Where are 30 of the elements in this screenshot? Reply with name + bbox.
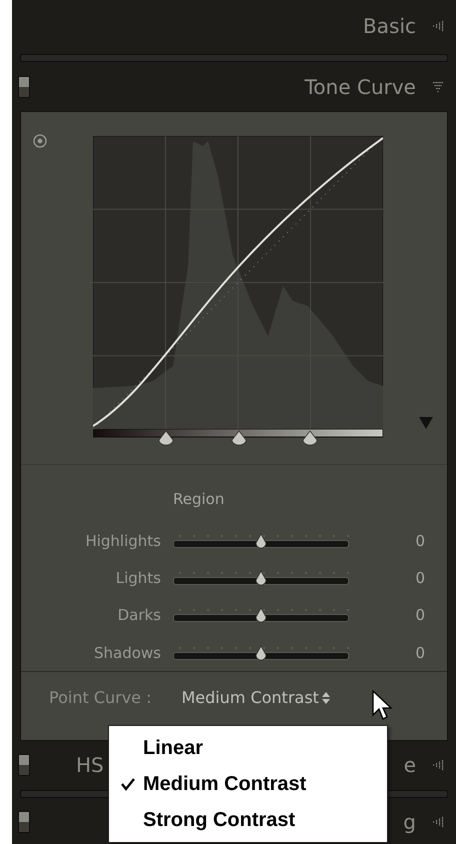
panel-title[interactable]: e [404,752,416,777]
slider-label: Highlights [84,532,161,550]
slider-value: 0 [415,606,425,624]
slider-thumb[interactable] [253,644,269,661]
slider-thumb[interactable] [253,570,269,586]
panel-toggle[interactable] [18,76,30,98]
panel-toggle[interactable] [18,754,30,776]
region-split-slider-drawing[interactable] [93,429,383,448]
point-curve-select[interactable]: Medium Contrast [182,688,330,708]
menu-item[interactable]: Strong Contrast [109,802,387,838]
up-down-arrows-icon [322,692,330,704]
slider-value: 0 [415,644,425,662]
slider-label: Shadows [92,644,161,662]
section-title: Region [173,490,224,508]
slider-label: Darks [116,606,161,624]
panel-title[interactable]: HS [76,752,104,777]
target-adjustment-icon[interactable] [33,134,47,148]
panel-title[interactable]: g [403,810,416,834]
panel-title[interactable]: Tone Curve [304,75,416,100]
panel-toggle[interactable] [18,811,30,834]
menu-item[interactable]: Medium Contrast [109,766,387,802]
panel-title[interactable]: Basic [363,14,416,38]
mouse-pointer-icon [372,690,394,722]
slider-value: 0 [415,569,425,588]
menu-item[interactable]: Linear [109,730,387,766]
slider-thumb[interactable] [253,607,269,624]
slider-value: 0 [415,532,425,550]
slider-thumb[interactable] [253,532,269,549]
point-curve-label: Point Curve : [49,688,152,708]
slider-label: Lights [114,569,161,588]
